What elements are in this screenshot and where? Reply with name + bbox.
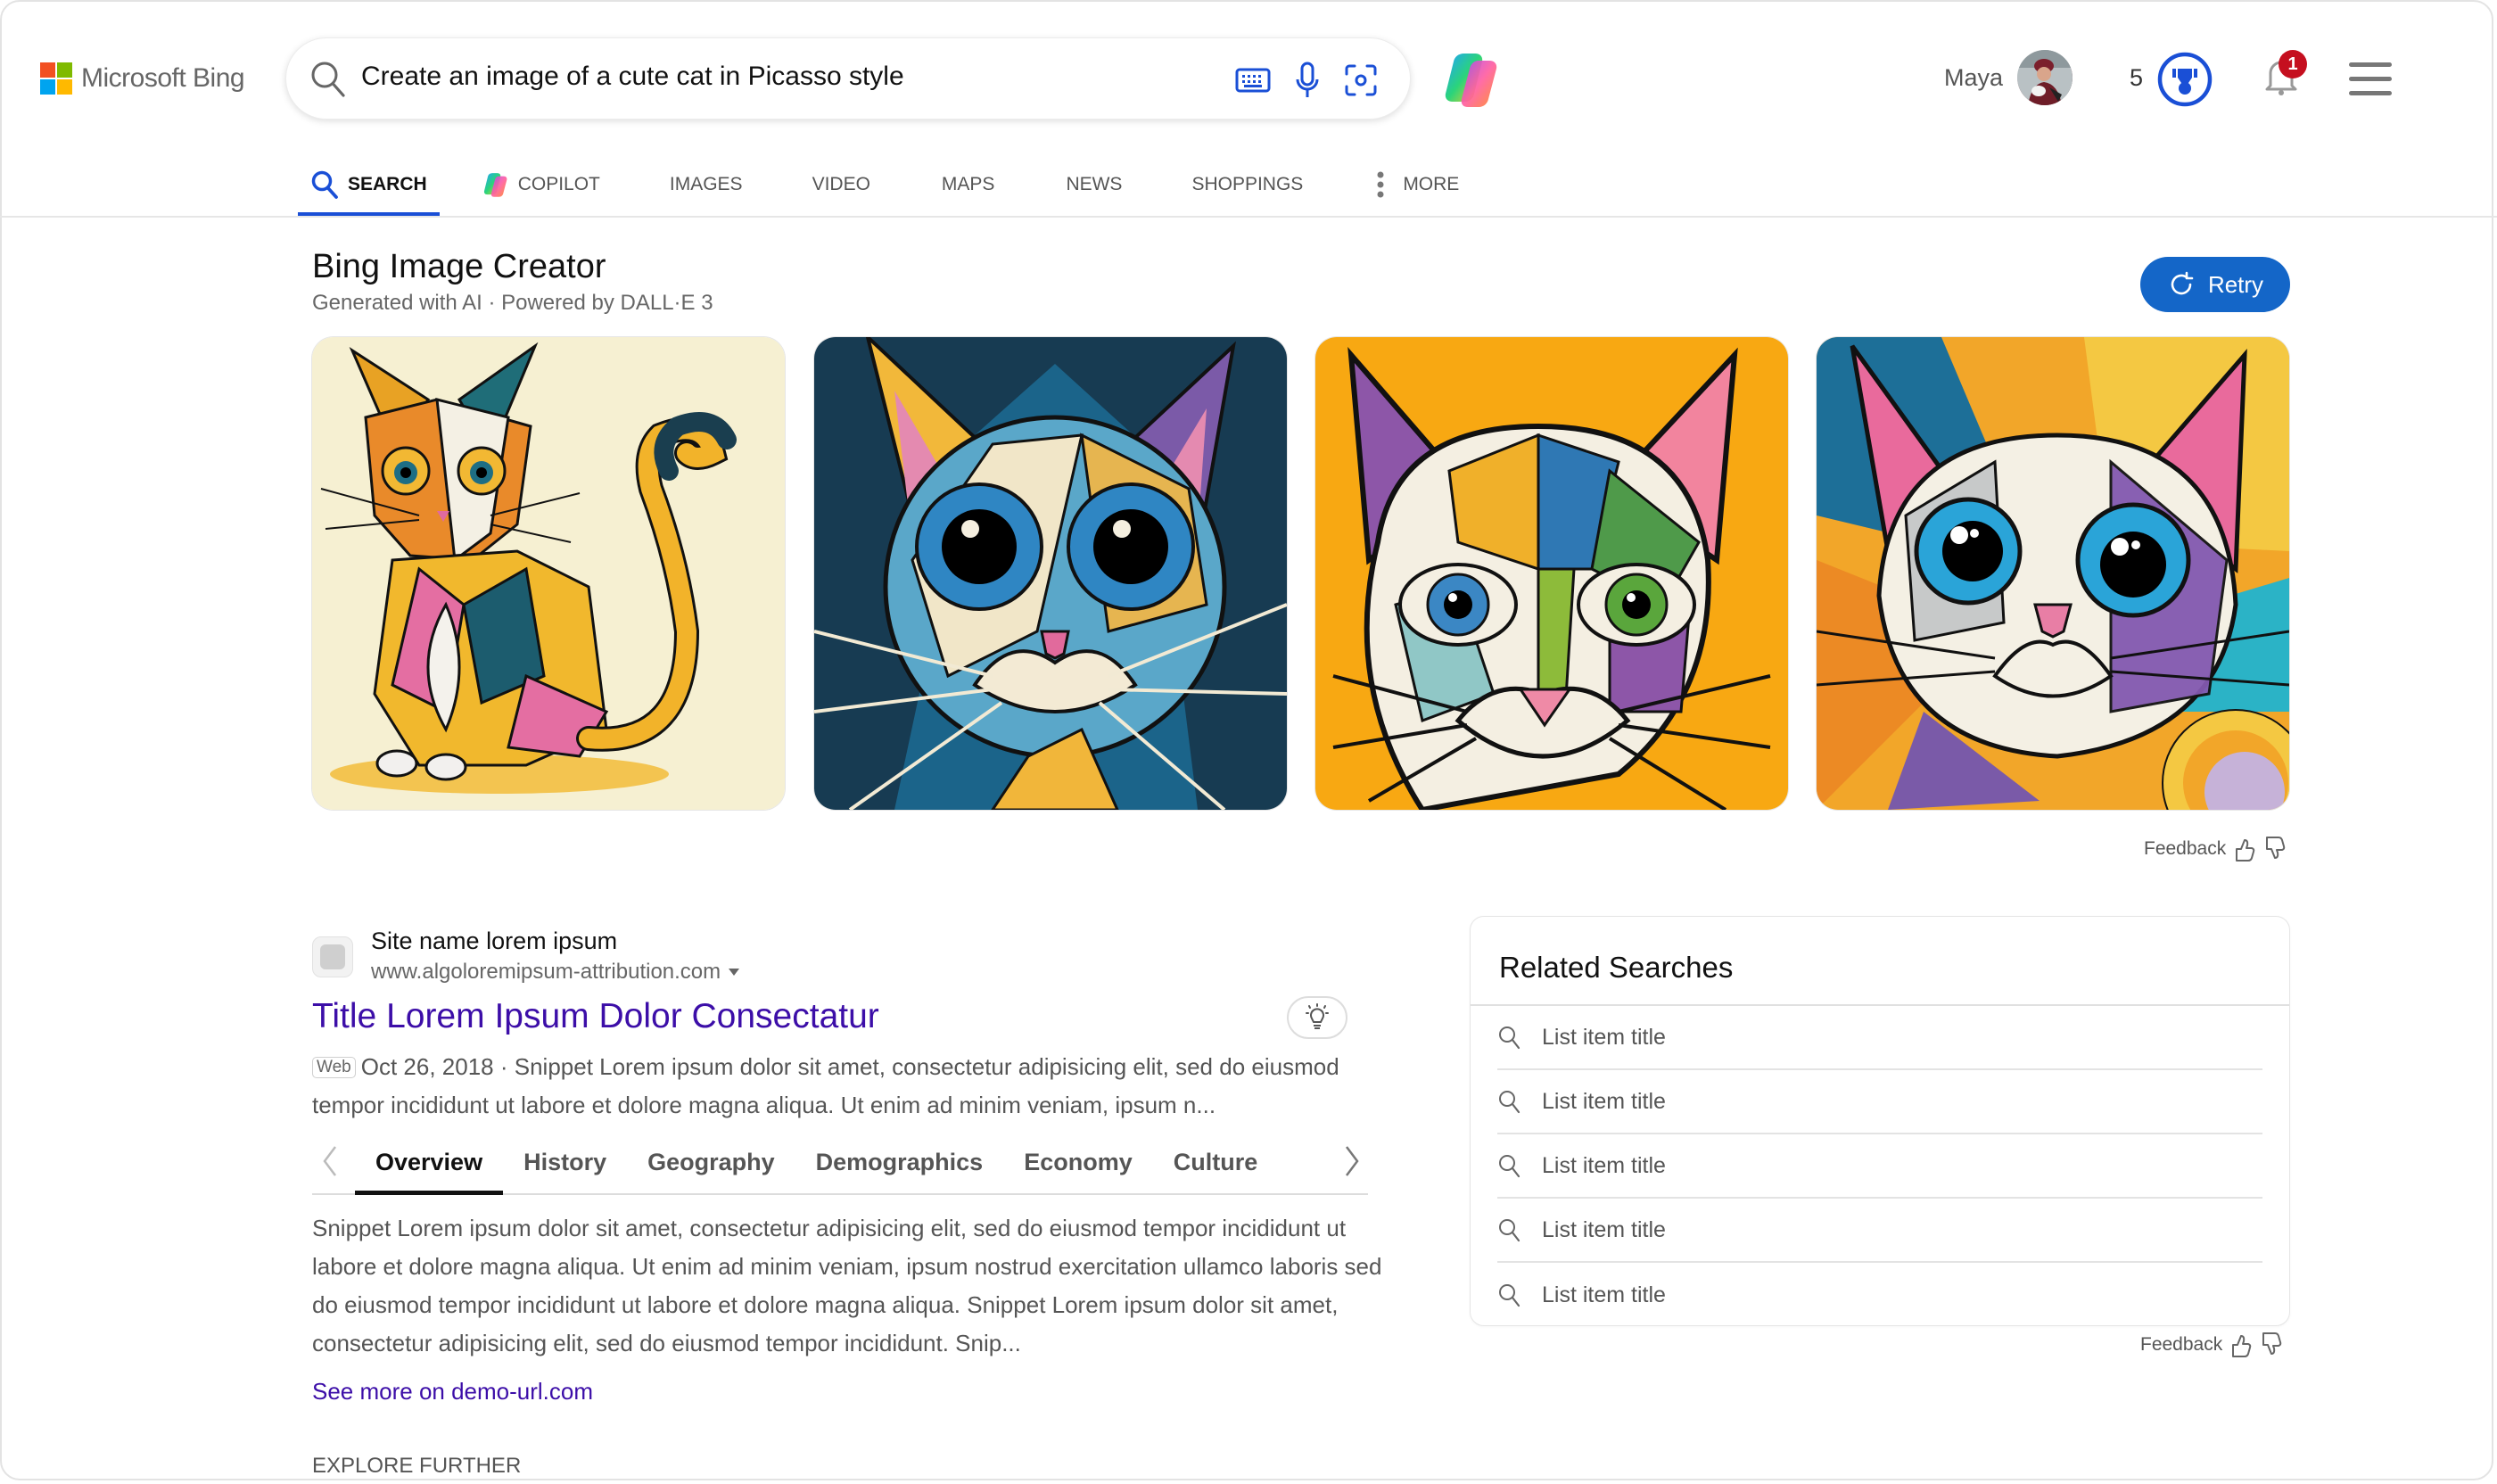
feedback-label: Feedback [2144, 838, 2227, 859]
related-search-item[interactable]: List item title [1497, 1134, 2262, 1199]
see-more-link[interactable]: See more on demo-url.com [312, 1378, 593, 1406]
site-favicon [312, 936, 353, 977]
thumbs-down-icon[interactable] [2260, 1332, 2283, 1357]
bing-logo[interactable]: Microsoft Bing [40, 62, 245, 95]
nav-news[interactable]: NEWS [1066, 153, 1122, 216]
related-search-label: List item title [1542, 1216, 1666, 1242]
generated-image-2[interactable] [814, 337, 1287, 810]
thumbs-up-icon[interactable] [2229, 1332, 2253, 1357]
rewards-trophy-icon[interactable] [2156, 51, 2213, 112]
nav-shoppings[interactable]: SHOPPINGS [1191, 153, 1303, 216]
related-searches-card: Related Searches List item title List it… [1470, 916, 2290, 1326]
nav-maps[interactable]: MAPS [942, 153, 995, 216]
related-search-label: List item title [1542, 1088, 1666, 1114]
header-divider [0, 216, 2497, 218]
menu-hamburger-icon[interactable] [2349, 62, 2392, 105]
feedback-label: Feedback [2140, 1334, 2223, 1355]
retry-label: Retry [2207, 270, 2264, 298]
tab-history[interactable]: History [503, 1131, 627, 1193]
lightbulb-icon [1306, 1003, 1329, 1029]
tab-demographics[interactable]: Demographics [795, 1131, 1004, 1193]
site-url[interactable]: www.algoloremipsum-attribution.com [371, 960, 740, 985]
related-searches-list: List item title List item title List ite… [1497, 1006, 2262, 1327]
cat-image-4-art [1817, 337, 2289, 810]
user-name[interactable]: Maya [1944, 64, 2003, 92]
related-search-item[interactable]: List item title [1497, 1070, 2262, 1134]
nav-label: VIDEO [812, 174, 870, 194]
generated-image-1[interactable] [312, 337, 785, 810]
related-search-label: List item title [1542, 1024, 1666, 1050]
search-icon[interactable] [309, 60, 347, 103]
copilot-logo-icon[interactable] [1438, 50, 1502, 113]
microsoft-logo-icon [40, 62, 72, 95]
search-icon [1499, 1091, 1520, 1114]
tab-culture[interactable]: Culture [1153, 1131, 1279, 1193]
search-icon [1499, 1026, 1520, 1050]
cat-image-2-art [814, 337, 1287, 810]
image-feedback[interactable]: Feedback [2144, 837, 2287, 862]
refresh-icon [2171, 271, 2194, 295]
copilot-icon [483, 173, 507, 197]
result-snippet: Web Oct 26, 2018 · Snippet Lorem ipsum do… [312, 1053, 1339, 1118]
search-input[interactable] [361, 62, 1164, 92]
insights-button[interactable] [1287, 996, 1347, 1039]
visual-search-icon[interactable] [1344, 63, 1378, 102]
nav-video[interactable]: VIDEO [812, 153, 870, 216]
thumbs-up-icon[interactable] [2233, 837, 2256, 862]
nav-images[interactable]: IMAGES [670, 153, 743, 216]
logo-text: Microsoft Bing [81, 63, 245, 93]
related-search-item[interactable]: List item title [1497, 1199, 2262, 1263]
cat-image-1-art [312, 337, 785, 810]
result-tabs: Overview History Geography Demographics … [312, 1131, 1368, 1195]
related-search-item[interactable]: List item title [1497, 1006, 2262, 1070]
rewards-points[interactable]: 5 [2130, 64, 2143, 92]
image-creator-subtitle: Generated with AI · Powered by DALL·E 3 [312, 291, 713, 315]
related-feedback[interactable]: Feedback [2140, 1332, 2283, 1357]
nav-label: MAPS [941, 174, 995, 194]
search-icon [1499, 1284, 1520, 1307]
related-searches-title: Related Searches [1499, 951, 1734, 984]
top-nav: SEARCH COPILOT IMAGES VIDEO MAPS NEWS SH… [298, 153, 1459, 218]
result-title-link[interactable]: Title Lorem Ipsum Dolor Consectatur [312, 997, 879, 1036]
tabs-next-chevron-icon[interactable] [1339, 1145, 1363, 1177]
result-date: Oct 26, 2018 [360, 1053, 494, 1080]
tab-overview[interactable]: Overview [355, 1131, 504, 1195]
search-icon [1499, 1219, 1520, 1242]
site-name[interactable]: Site name lorem ipsum [371, 928, 617, 955]
nav-more[interactable]: MORE [1376, 153, 1459, 216]
cat-image-3-art [1315, 337, 1788, 810]
nav-label: SEARCH [348, 174, 427, 194]
nav-label: NEWS [1066, 174, 1123, 194]
tab-economy[interactable]: Economy [1003, 1131, 1153, 1193]
generated-image-3[interactable] [1315, 337, 1788, 810]
retry-button[interactable]: Retry [2140, 257, 2290, 312]
search-icon [1499, 1155, 1520, 1178]
search-box[interactable] [285, 37, 1411, 120]
web-tag: Web [312, 1057, 356, 1078]
search-icon [311, 170, 338, 199]
nav-label: MORE [1403, 174, 1460, 194]
nav-search[interactable]: SEARCH [298, 153, 440, 218]
user-avatar[interactable] [2017, 50, 2073, 105]
image-creator-title: Bing Image Creator [312, 248, 606, 285]
thumbs-down-icon[interactable] [2263, 837, 2287, 862]
keyboard-icon[interactable] [1235, 67, 1271, 98]
site-url-text: www.algoloremipsum-attribution.com [371, 960, 721, 984]
nav-label: SHOPPINGS [1191, 174, 1304, 194]
more-vertical-icon [1377, 171, 1384, 198]
tabs-prev-chevron-icon[interactable] [319, 1145, 342, 1177]
related-search-item[interactable]: List item title [1497, 1263, 2262, 1327]
nav-label: COPILOT [517, 174, 600, 194]
nav-copilot[interactable]: COPILOT [481, 153, 600, 216]
generated-image-4[interactable] [1817, 337, 2289, 810]
nav-label: IMAGES [669, 174, 743, 194]
tab-content-snippet: Snippet Lorem ipsum dolor sit amet, cons… [312, 1215, 1382, 1356]
explore-further-heading: EXPLORE FURTHER [312, 1454, 522, 1478]
notification-badge: 1 [2279, 50, 2307, 78]
tab-geography[interactable]: Geography [627, 1131, 795, 1193]
related-search-label: List item title [1542, 1152, 1666, 1178]
caret-down-icon[interactable] [728, 968, 740, 977]
microphone-icon[interactable] [1294, 62, 1321, 103]
related-search-label: List item title [1542, 1282, 1666, 1307]
